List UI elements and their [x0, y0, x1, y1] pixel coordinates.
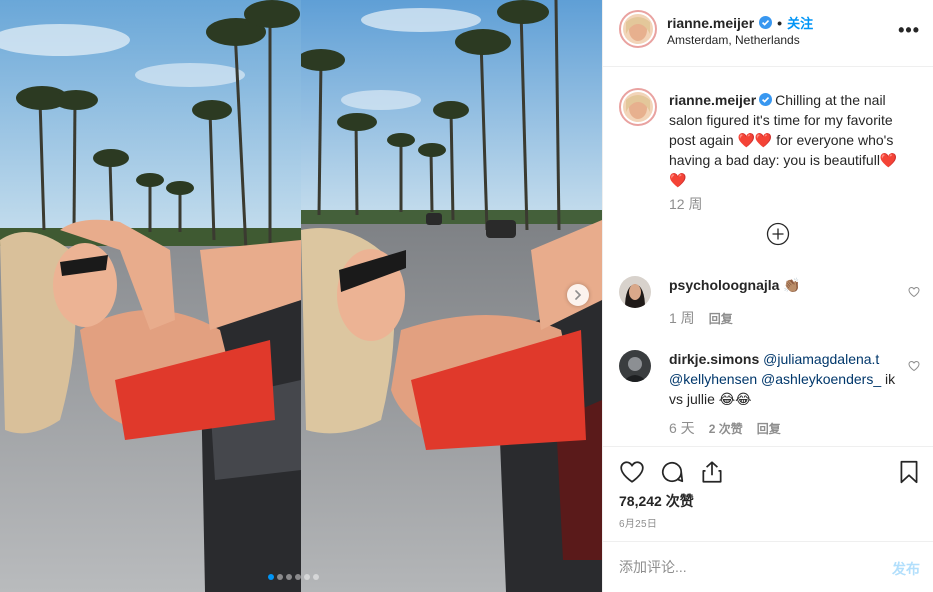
- comment-likes-count[interactable]: 2 次赞: [709, 420, 743, 437]
- post-actions: 78,242 次赞 6月25日: [603, 446, 933, 541]
- comment-input[interactable]: [619, 556, 869, 578]
- mention-link[interactable]: @ashleykoenders_: [761, 371, 881, 387]
- post-date[interactable]: 6月25日: [619, 515, 657, 530]
- carousel-dot: [295, 574, 301, 580]
- chevron-right-icon: [575, 290, 582, 300]
- mention-link[interactable]: @juliamagdalena.t: [763, 351, 879, 367]
- load-more-comments-icon[interactable]: [766, 222, 790, 246]
- comment-time[interactable]: 6 天: [669, 418, 695, 438]
- caption-username[interactable]: rianne.meijer: [669, 92, 756, 108]
- share-icon[interactable]: [699, 459, 725, 485]
- comment-like-heart-icon[interactable]: [908, 286, 920, 298]
- reply-button[interactable]: 回复: [709, 310, 733, 327]
- caption-avatar[interactable]: [619, 88, 657, 126]
- carousel-indicator: [268, 574, 319, 580]
- caption-time[interactable]: 12 周: [669, 194, 702, 214]
- carousel-dot: [277, 574, 283, 580]
- verified-badge-icon: [759, 16, 773, 29]
- comment-username[interactable]: psycholoognajla: [669, 277, 779, 293]
- comment-meta: 6 天 2 次赞 回复: [669, 418, 781, 438]
- like-heart-icon[interactable]: [619, 459, 645, 485]
- comment-icon[interactable]: [659, 459, 685, 485]
- carousel-dot: [304, 574, 310, 580]
- post-comment-button[interactable]: 发布: [892, 559, 920, 579]
- carousel-dot: [313, 574, 319, 580]
- separator-dot: •: [777, 14, 783, 31]
- comment-body: dirkje.simons @juliamagdalena.t @kellyhe…: [669, 349, 904, 409]
- comments-section[interactable]: rianne.meijer Chilling at the nail salon …: [603, 68, 933, 446]
- post-side-panel: rianne.meijer • 关注 Amsterdam, Netherland…: [602, 0, 933, 592]
- more-options-icon[interactable]: •••: [898, 20, 920, 41]
- carousel-dot: [268, 574, 274, 580]
- comment-time[interactable]: 1 周: [669, 308, 695, 328]
- post-photo-left: [0, 0, 301, 592]
- post-photo-right: [301, 0, 602, 592]
- post-media-carousel[interactable]: [0, 0, 602, 592]
- comment-meta: 1 周 回复: [669, 308, 733, 328]
- location-link[interactable]: Amsterdam, Netherlands: [667, 33, 800, 47]
- comment-username[interactable]: dirkje.simons: [669, 351, 759, 367]
- instagram-post-modal: rianne.meijer • 关注 Amsterdam, Netherland…: [0, 0, 933, 592]
- comment-body: psycholoognajla 👏🏽: [669, 275, 904, 295]
- reply-button[interactable]: 回复: [757, 420, 781, 437]
- header-user-row: rianne.meijer • 关注: [667, 13, 813, 32]
- carousel-next-button[interactable]: [567, 284, 589, 306]
- follow-button[interactable]: 关注: [787, 13, 813, 32]
- comment-avatar[interactable]: [619, 276, 651, 308]
- verified-badge-icon: [759, 93, 773, 106]
- comment-avatar[interactable]: [619, 350, 651, 382]
- post-caption: rianne.meijer Chilling at the nail salon …: [669, 90, 914, 190]
- comment-composer: 发布: [603, 541, 933, 592]
- mention-link[interactable]: @kellyhensen: [669, 371, 757, 387]
- likes-count[interactable]: 78,242 次赞: [619, 491, 694, 511]
- avatar[interactable]: [619, 10, 657, 48]
- comment-text: 👏🏽: [783, 277, 801, 293]
- carousel-dot: [286, 574, 292, 580]
- save-bookmark-icon[interactable]: [896, 459, 922, 485]
- post-header: rianne.meijer • 关注 Amsterdam, Netherland…: [603, 0, 933, 67]
- header-username[interactable]: rianne.meijer: [667, 15, 754, 31]
- comment-like-heart-icon[interactable]: [908, 360, 920, 372]
